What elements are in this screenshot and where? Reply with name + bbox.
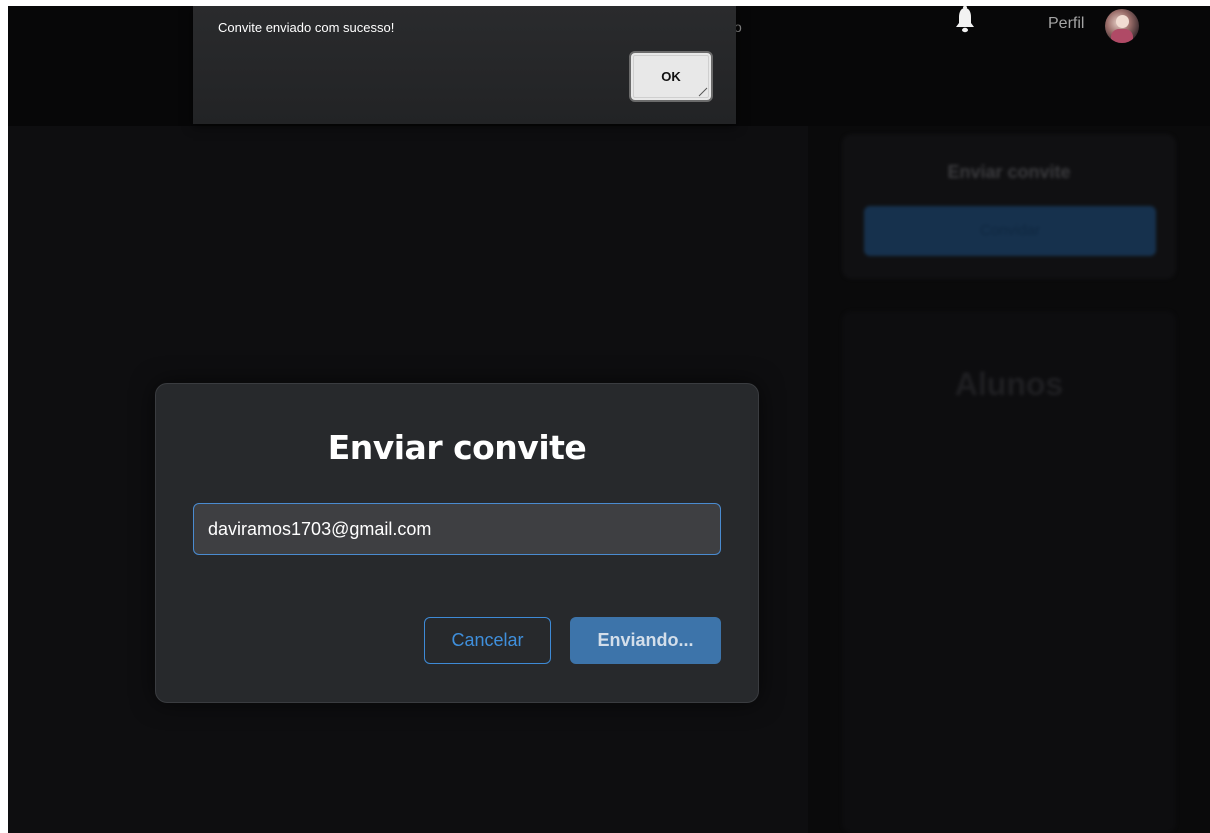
app-viewport: o Perfil Enviar convite Convidar Alunos … xyxy=(8,6,1210,833)
invite-card-button[interactable]: Convidar xyxy=(864,206,1156,256)
bell-icon[interactable] xyxy=(955,6,975,36)
invite-card-title: Enviar convite xyxy=(947,162,1071,182)
alert-message: Convite enviado com sucesso! xyxy=(218,20,395,35)
send-invite-button[interactable]: Enviando... xyxy=(570,617,721,664)
browser-alert-dialog: Convite enviado com sucesso! OK xyxy=(193,6,736,124)
modal-title: Enviar convite xyxy=(327,428,587,467)
send-invite-modal: Enviar convite Cancelar Enviando... xyxy=(155,383,759,703)
cancel-button[interactable]: Cancelar xyxy=(424,617,551,664)
corner-grip-icon xyxy=(698,87,708,97)
avatar[interactable] xyxy=(1105,9,1139,43)
alert-ok-button[interactable]: OK xyxy=(629,51,713,102)
email-input[interactable] xyxy=(193,503,721,555)
profile-link[interactable]: Perfil xyxy=(1048,15,1084,33)
students-card: Alunos xyxy=(842,311,1176,833)
invite-card: Enviar convite Convidar xyxy=(842,134,1176,279)
avatar-head-shape xyxy=(1116,15,1129,28)
avatar-body-shape xyxy=(1111,29,1133,43)
alert-ok-label: OK xyxy=(661,69,681,84)
students-card-title: Alunos xyxy=(954,366,1064,402)
